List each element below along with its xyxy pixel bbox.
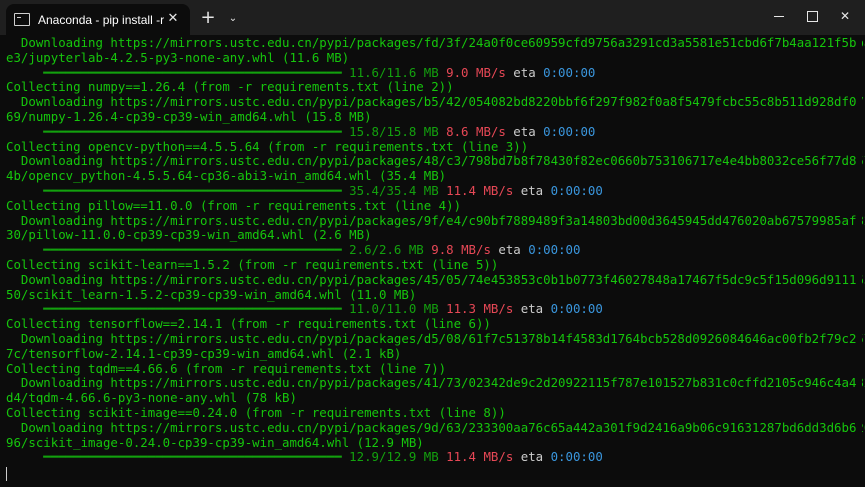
download-text: 50/scikit_learn-1.5.2-cp39-cp39-win_amd6… <box>6 286 417 302</box>
download-text: Downloading https://mirrors.ustc.edu.cn/… <box>6 212 865 228</box>
download-speed: 11.3 MB/s <box>446 301 514 317</box>
progress-bar: ━━━━━━━━━━━━━━━━━━━━━━━━━━━━━━━━━━━━━━━━ <box>6 449 342 465</box>
download-size: 2.6/2.6 MB <box>341 242 432 258</box>
eta-value: 0:00:00 <box>550 182 603 198</box>
plus-icon[interactable]: + <box>196 8 220 30</box>
download-line: Downloading https://mirrors.ustc.edu.cn/… <box>6 272 865 288</box>
collecting-text: Collecting tqdm==4.66.6 (from -r require… <box>6 360 447 376</box>
download-speed: 9.8 MB/s <box>431 242 491 258</box>
download-text: Downloading https://mirrors.ustc.edu.cn/… <box>6 271 865 287</box>
chevron-down-icon[interactable]: ⌄ <box>222 8 244 30</box>
window-close-icon[interactable]: ✕ <box>822 0 865 32</box>
download-size: 35.4/35.4 MB <box>341 182 447 198</box>
collecting-line: Collecting tensorflow==2.14.1 (from -r r… <box>6 316 852 332</box>
progress-bar: ━━━━━━━━━━━━━━━━━━━━━━━━━━━━━━━━━━━━━━━━ <box>6 301 342 317</box>
download-text: d4/tqdm-4.66.6-py3-none-any.whl (78 kB) <box>6 390 297 406</box>
progress-line: ━━━━━━━━━━━━━━━━━━━━━━━━━━━━━━━━━━━━━━━━… <box>6 449 852 465</box>
download-size: 11.6/11.6 MB <box>341 64 447 80</box>
download-text: Downloading https://mirrors.ustc.edu.cn/… <box>6 94 865 110</box>
download-speed: 11.4 MB/s <box>446 449 514 465</box>
progress-line: ━━━━━━━━━━━━━━━━━━━━━━━━━━━━━━━━━━━━━━━━… <box>6 64 852 81</box>
collecting-line: Collecting scikit-image==0.24.0 (from -r… <box>6 404 852 421</box>
eta-value: 0:00:00 <box>543 123 596 139</box>
download-size: 15.8/15.8 MB <box>341 123 447 139</box>
progress-bar: ━━━━━━━━━━━━━━━━━━━━━━━━━━━━━━━━━━━━━━━━ <box>6 123 342 139</box>
eta-label: eta <box>505 123 544 139</box>
download-line: Downloading https://mirrors.ustc.edu.cn/… <box>6 420 865 436</box>
download-line: 30/pillow-11.0.0-cp39-cp39-win_amd64.whl… <box>6 227 852 243</box>
download-line: 4b/opencv_python-4.5.5.64-cp36-abi3-win_… <box>6 168 852 184</box>
download-line: Downloading https://mirrors.ustc.edu.cn/… <box>6 331 865 347</box>
collecting-line: Collecting opencv-python==4.5.5.64 (from… <box>6 138 852 155</box>
collecting-text: Collecting scikit-learn==1.5.2 (from -r … <box>6 256 499 272</box>
download-text: e3/jupyterlab-4.2.5-py3-none-any.whl (11… <box>6 49 350 65</box>
download-text: 30/pillow-11.0.0-cp39-cp39-win_amd64.whl… <box>6 227 372 243</box>
terminal-tab[interactable]: Anaconda - pip install -r requ ✕ <box>6 4 190 35</box>
collecting-line: Collecting scikit-learn==1.5.2 (from -r … <box>6 256 852 273</box>
download-text: Downloading https://mirrors.ustc.edu.cn/… <box>6 35 865 50</box>
collecting-line: Collecting numpy==1.26.4 (from -r requir… <box>6 79 852 95</box>
progress-line: ━━━━━━━━━━━━━━━━━━━━━━━━━━━━━━━━━━━━━━━━… <box>6 301 852 317</box>
title-bar: Anaconda - pip install -r requ ✕ + ⌄ ✕ <box>0 0 865 35</box>
download-text: Downloading https://mirrors.ustc.edu.cn/… <box>6 375 865 391</box>
download-text: Downloading https://mirrors.ustc.edu.cn/… <box>6 330 865 346</box>
download-line: e3/jupyterlab-4.2.5-py3-none-any.whl (11… <box>6 49 852 66</box>
eta-label: eta <box>513 301 551 317</box>
download-text: 7c/tensorflow-2.14.1-cp39-cp39-win_amd64… <box>6 345 402 361</box>
eta-label: eta <box>505 64 544 80</box>
scrollbar[interactable] <box>856 36 862 487</box>
collecting-line: Collecting pillow==11.0.0 (from -r requi… <box>6 197 852 214</box>
collecting-text: Collecting pillow==11.0.0 (from -r requi… <box>6 197 462 213</box>
eta-label: eta <box>513 182 551 198</box>
collecting-text: Collecting opencv-python==4.5.5.64 (from… <box>6 138 529 154</box>
close-icon[interactable]: ✕ <box>166 12 180 26</box>
eta-label: eta <box>490 242 529 258</box>
collecting-line: Collecting tqdm==4.66.6 (from -r require… <box>6 360 852 377</box>
download-text: 96/scikit_image-0.24.0-cp39-cp39-win_amd… <box>6 434 424 450</box>
eta-value: 0:00:00 <box>550 301 603 317</box>
download-text: 4b/opencv_python-4.5.5.64-cp36-abi3-win_… <box>6 168 447 184</box>
download-line: 50/scikit_learn-1.5.2-cp39-cp39-win_amd6… <box>6 286 852 303</box>
terminal-icon <box>14 13 30 26</box>
download-size: 12.9/12.9 MB <box>341 449 447 465</box>
collecting-text: Collecting numpy==1.26.4 (from -r requir… <box>6 79 454 95</box>
download-line: 96/scikit_image-0.24.0-cp39-cp39-win_amd… <box>6 434 852 451</box>
text-cursor <box>6 467 7 482</box>
download-line: Downloading https://mirrors.ustc.edu.cn/… <box>6 94 865 110</box>
progress-line: ━━━━━━━━━━━━━━━━━━━━━━━━━━━━━━━━━━━━━━━━… <box>6 182 852 199</box>
eta-value: 0:00:00 <box>543 64 596 80</box>
progress-line: ━━━━━━━━━━━━━━━━━━━━━━━━━━━━━━━━━━━━━━━━… <box>6 242 852 258</box>
eta-label: eta <box>513 449 551 465</box>
download-text: 69/numpy-1.26.4-cp39-cp39-win_amd64.whl … <box>6 108 372 124</box>
download-line: 69/numpy-1.26.4-cp39-cp39-win_amd64.whl … <box>6 108 852 125</box>
progress-line: ━━━━━━━━━━━━━━━━━━━━━━━━━━━━━━━━━━━━━━━━… <box>6 123 852 140</box>
download-line: d4/tqdm-4.66.6-py3-none-any.whl (78 kB) <box>6 390 852 406</box>
eta-value: 0:00:00 <box>550 449 603 465</box>
download-line: Downloading https://mirrors.ustc.edu.cn/… <box>6 375 865 391</box>
download-line: Downloading https://mirrors.ustc.edu.cn/… <box>6 35 865 51</box>
eta-value: 0:00:00 <box>528 242 581 258</box>
download-speed: 8.6 MB/s <box>446 123 506 139</box>
download-text: Downloading https://mirrors.ustc.edu.cn/… <box>6 153 865 169</box>
collecting-text: Collecting scikit-image==0.24.0 (from -r… <box>6 404 506 420</box>
progress-bar: ━━━━━━━━━━━━━━━━━━━━━━━━━━━━━━━━━━━━━━━━ <box>6 64 342 80</box>
progress-bar: ━━━━━━━━━━━━━━━━━━━━━━━━━━━━━━━━━━━━━━━━ <box>6 242 342 258</box>
download-speed: 11.4 MB/s <box>446 182 514 198</box>
terminal-output[interactable]: Downloading https://mirrors.ustc.edu.cn/… <box>6 35 865 486</box>
download-line: 7c/tensorflow-2.14.1-cp39-cp39-win_amd64… <box>6 345 852 362</box>
tab-title: Anaconda - pip install -r requ <box>38 12 166 27</box>
download-text: Downloading https://mirrors.ustc.edu.cn/… <box>6 419 865 435</box>
download-size: 11.0/11.0 MB <box>341 301 447 317</box>
download-line: Downloading https://mirrors.ustc.edu.cn/… <box>6 213 865 229</box>
collecting-text: Collecting tensorflow==2.14.1 (from -r r… <box>6 316 491 332</box>
download-speed: 9.0 MB/s <box>446 64 506 80</box>
download-line: Downloading https://mirrors.ustc.edu.cn/… <box>6 153 865 169</box>
progress-bar: ━━━━━━━━━━━━━━━━━━━━━━━━━━━━━━━━━━━━━━━━ <box>6 182 342 198</box>
prompt-line[interactable] <box>6 467 852 482</box>
